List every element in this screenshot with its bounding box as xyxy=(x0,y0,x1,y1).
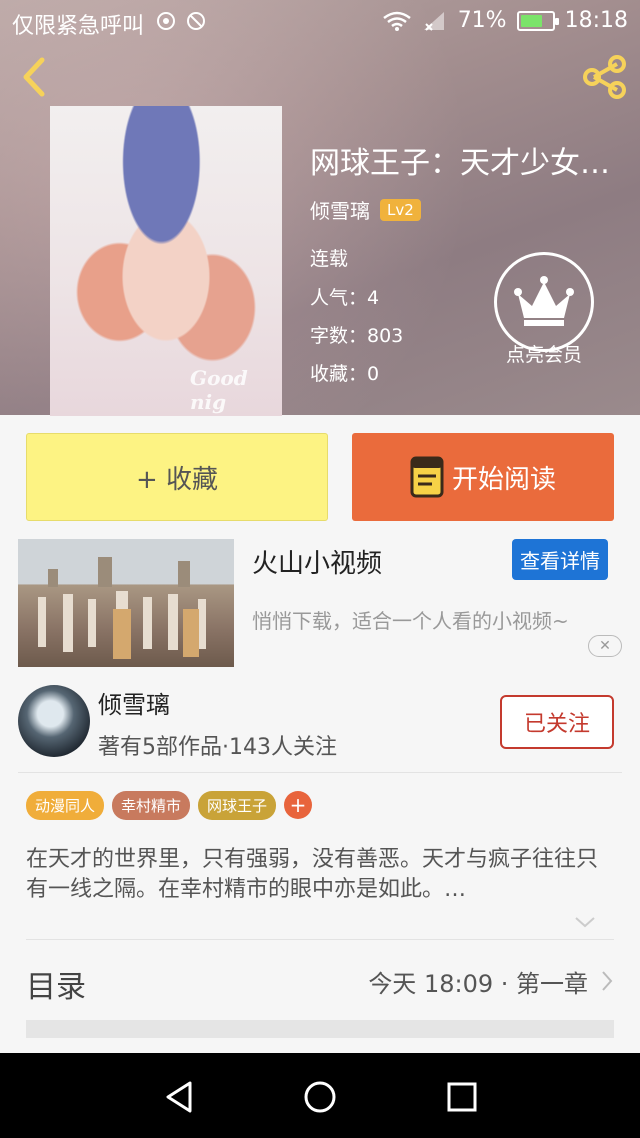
battery-icon xyxy=(516,10,559,31)
ad-detail-button[interactable]: 查看详情 xyxy=(512,539,608,580)
follow-button[interactable]: 已关注 xyxy=(500,695,614,749)
nav-home-icon[interactable] xyxy=(300,1077,340,1117)
signal-icon xyxy=(423,11,444,31)
book-title: 网球王子：天才少女… xyxy=(310,146,610,181)
author-card[interactable]: 倾雪璃 著有5部作品·143人关注 已关注 xyxy=(18,683,622,773)
notification-icons xyxy=(157,12,205,30)
catalog-title: 目录 xyxy=(26,970,86,1005)
vip-button[interactable]: 点亮会员 xyxy=(492,252,596,367)
author-level-badge: Lv2 xyxy=(380,198,421,221)
ad-banner[interactable]: 火山小视频 查看详情 悄悄下载，适合一个人看的小视频~ ✕ xyxy=(18,539,622,667)
battery-level xyxy=(520,14,542,27)
add-tag-button[interactable]: + xyxy=(284,791,313,819)
catalog-row[interactable]: 目录 今天 18:09 · 第一章 xyxy=(26,939,614,1025)
share-button[interactable] xyxy=(580,52,630,102)
book-author[interactable]: 倾雪璃 xyxy=(310,195,370,224)
book-cover[interactable]: Good nig xyxy=(50,106,282,416)
system-nav-bar xyxy=(0,1053,640,1138)
tag-list: 动漫同人 幸村精市 网球王子 + xyxy=(26,791,313,820)
back-arrow-icon xyxy=(23,57,45,97)
catalog-latest-chapter: 今天 18:09 · 第一章 xyxy=(368,970,588,998)
expand-chevron-icon[interactable] xyxy=(574,915,596,929)
status-bar: 仅限紧急呼叫 71% 18:18 xyxy=(0,0,640,44)
book-popularity: 人气：4 xyxy=(310,287,380,309)
book-favorites: 收藏：0 xyxy=(310,363,380,385)
ad-thumbnail-art xyxy=(38,557,206,659)
start-reading-label: 开始阅读 xyxy=(451,464,556,495)
back-button[interactable] xyxy=(14,52,58,102)
start-reading-button[interactable]: 开始阅读 xyxy=(352,433,614,521)
wifi-icon xyxy=(382,11,411,31)
book-description[interactable]: 在天才的世界里，只有强弱，没有善恶。天才与疯子往往只有一线之隔。在幸村精市的眼中… xyxy=(26,845,616,905)
clock: 18:18 xyxy=(564,8,628,33)
vip-badge xyxy=(494,252,594,352)
add-favorite-button[interactable]: + 收藏 xyxy=(26,433,328,521)
book-author-line: 倾雪璃 Lv2 xyxy=(310,195,421,224)
crown-icon xyxy=(514,276,574,326)
chevron-right-icon xyxy=(602,971,613,991)
nav-recents-icon[interactable] xyxy=(442,1077,482,1117)
tag-chip[interactable]: 网球王子 xyxy=(198,791,277,820)
tag-chip[interactable]: 幸村精市 xyxy=(112,791,191,820)
share-icon xyxy=(583,55,626,99)
status-icons xyxy=(156,10,212,37)
author-card-summary: 著有5部作品·143人关注 xyxy=(98,735,337,760)
status-right: 71% 18:18 xyxy=(382,8,628,33)
ad-thumbnail[interactable] xyxy=(18,539,234,667)
vip-label: 点亮会员 xyxy=(505,344,582,366)
battery-percent: 71% xyxy=(457,8,507,33)
book-word-count: 字数：803 xyxy=(310,325,404,347)
carrier-text: 仅限紧急呼叫 xyxy=(12,14,145,39)
book-status: 连载 xyxy=(310,248,349,270)
author-card-name[interactable]: 倾雪璃 xyxy=(98,685,170,720)
ad-title[interactable]: 火山小视频 xyxy=(252,543,382,580)
book-icon xyxy=(410,456,444,498)
cover-text: Good nig xyxy=(190,366,248,414)
ad-close-button[interactable]: ✕ xyxy=(588,635,622,657)
author-avatar[interactable] xyxy=(18,685,90,757)
ad-description: 悄悄下载，适合一个人看的小视频~ xyxy=(252,609,569,633)
tag-chip[interactable]: 动漫同人 xyxy=(26,791,105,820)
book-detail-content: + 收藏 开始阅读 火山小视频 查看详情 悄悄下载，适合一个人看的小视频~ ✕ … xyxy=(0,415,640,1053)
catalog-placeholder xyxy=(26,1020,614,1038)
nav-back-icon[interactable] xyxy=(160,1077,200,1117)
